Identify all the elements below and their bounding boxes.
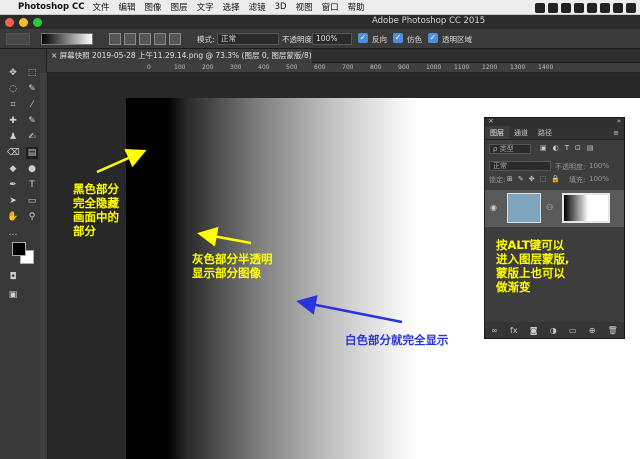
layer-thumbnail[interactable] bbox=[507, 193, 541, 223]
panel-header[interactable]: × » bbox=[485, 117, 624, 126]
filter-type-icons[interactable]: ▣◐T⊡▤ bbox=[540, 144, 599, 152]
opacity-label: 不透明度: bbox=[555, 163, 586, 171]
annotation-line: 显示部分图像 bbox=[192, 266, 261, 280]
panel-tabs: 图层 通道 路径 ≡ bbox=[485, 126, 624, 140]
annotation-line: 完全隐藏 bbox=[73, 196, 119, 210]
fill-label: 填充: bbox=[569, 176, 586, 184]
layers-panel: × » 图层 通道 路径 ≡ ρ 类型 ▣◐T⊡▤ 正常 不透明度: 100% … bbox=[484, 117, 625, 339]
link-icon[interactable]: ∞ bbox=[491, 326, 498, 335]
annotation-line: 黑色部分 bbox=[73, 182, 119, 196]
mask-icon[interactable]: ◙ bbox=[530, 326, 538, 335]
fx-icon[interactable]: fx bbox=[510, 326, 518, 335]
annotation-line: 按ALT键可以 bbox=[496, 238, 565, 252]
opacity-value[interactable]: 100% bbox=[589, 162, 609, 170]
annotation-alt: 按ALT键可以 进入图层蒙版, 蒙版上也可以 做渐变 bbox=[496, 238, 569, 294]
mask-link-icon[interactable]: ⚇ bbox=[546, 203, 553, 212]
tab-layers[interactable]: 图层 bbox=[485, 126, 509, 139]
new-layer-icon[interactable]: ⊕ bbox=[589, 326, 596, 335]
adjustment-icon[interactable]: ◑ bbox=[550, 326, 557, 335]
layer-mask-thumbnail[interactable] bbox=[562, 193, 610, 223]
arrow-black-region bbox=[96, 148, 147, 174]
close-panel-icon[interactable]: × bbox=[488, 117, 494, 125]
collapse-panel-icon[interactable]: » bbox=[617, 117, 621, 125]
fill-value[interactable]: 100% bbox=[589, 175, 609, 183]
annotation-white: 白色部分就完全显示 bbox=[345, 333, 449, 347]
annotation-line: 灰色部分半透明 bbox=[192, 252, 273, 266]
layer-row[interactable]: ◉ ⚇ bbox=[485, 190, 624, 227]
layer-filter-select[interactable]: ρ 类型 bbox=[489, 144, 531, 154]
foreground-color-swatch[interactable] bbox=[12, 242, 26, 256]
annotation-line: 部分 bbox=[73, 224, 96, 238]
annotation-black: 黑色部分 完全隐藏 画面中的 部分 bbox=[73, 182, 119, 238]
annotation-line: 进入图层蒙版, bbox=[496, 252, 570, 266]
panel-footer: ∞ fx ◙ ◑ ▭ ⊕ 🗑 bbox=[485, 322, 624, 338]
tab-channels[interactable]: 通道 bbox=[509, 126, 533, 139]
lock-label: 锁定: bbox=[489, 176, 506, 184]
panel-menu-icon[interactable]: ≡ bbox=[608, 126, 624, 139]
annotation-line: 画面中的 bbox=[73, 210, 119, 224]
annotation-line: 做渐变 bbox=[496, 280, 531, 294]
blend-mode-select[interactable]: 正常 bbox=[489, 161, 551, 171]
folder-icon[interactable]: ▭ bbox=[569, 326, 577, 335]
visibility-eye-icon[interactable]: ◉ bbox=[490, 203, 497, 212]
arrow-white-region bbox=[296, 295, 403, 324]
trash-icon[interactable]: 🗑 bbox=[608, 326, 618, 335]
annotation-gray: 灰色部分半透明 显示部分图像 bbox=[192, 252, 273, 280]
tab-paths[interactable]: 路径 bbox=[533, 126, 557, 139]
arrow-gray-region bbox=[197, 226, 252, 247]
lock-icons[interactable]: ⊞✎✥⬚🔒 bbox=[507, 175, 565, 183]
annotation-line: 蒙版上也可以 bbox=[496, 266, 565, 280]
